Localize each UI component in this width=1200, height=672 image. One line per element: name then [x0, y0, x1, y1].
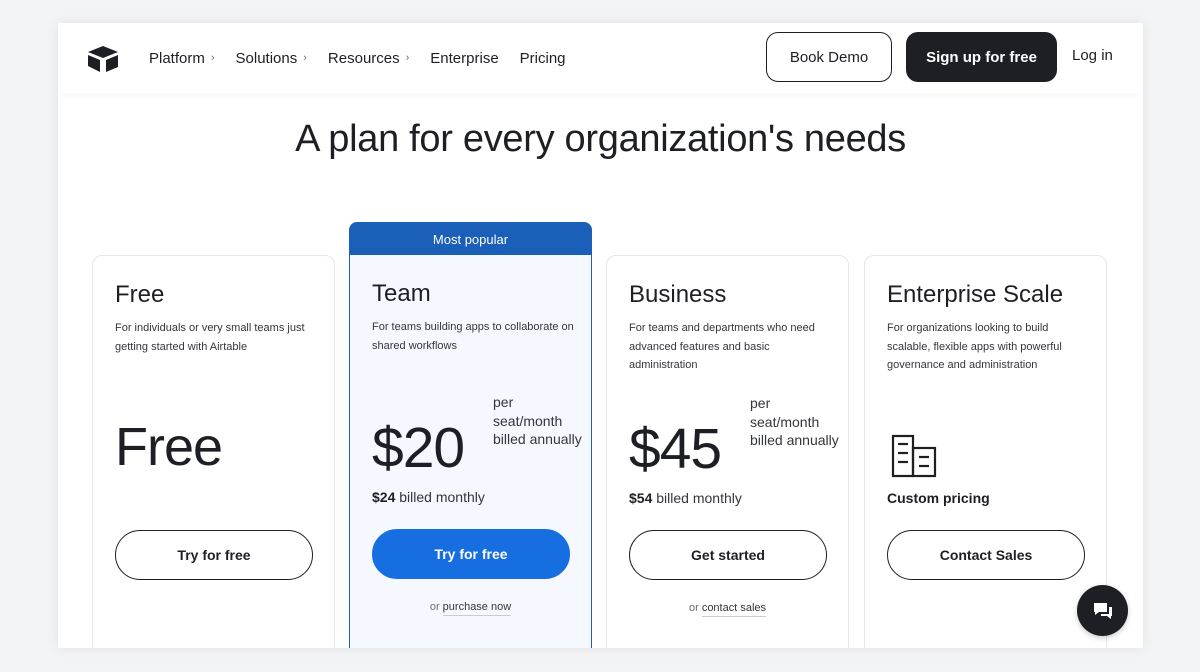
monthly-price: $54 billed monthly [629, 490, 742, 506]
nav-platform[interactable]: Platform › [149, 50, 215, 67]
plan-description: For teams and departments who need advan… [629, 322, 815, 371]
get-started-button[interactable]: Get started [629, 530, 827, 580]
plan-description: For organizations looking to build scala… [887, 322, 1062, 371]
plan-description: For teams building apps to collaborate o… [372, 321, 574, 352]
purchase-now-link[interactable]: purchase now [442, 601, 512, 616]
login-link[interactable]: Log in [1072, 47, 1113, 64]
plan-name: Free [115, 281, 165, 308]
chat-icon [1093, 602, 1112, 619]
plan-card-team: Team For teams building apps to collabor… [349, 255, 592, 648]
plan-card-business: Business For teams and departments who n… [606, 255, 849, 648]
purchase-now-row: or purchase now [350, 601, 591, 616]
signup-button[interactable]: Sign up for free [906, 32, 1057, 82]
most-popular-badge: Most popular [349, 222, 592, 256]
contact-sales-row: or contact sales [607, 602, 848, 617]
page-frame: Platform › Solutions › Resources › Enter… [58, 23, 1143, 648]
nav-pricing[interactable]: Pricing [520, 50, 566, 67]
nav-resources[interactable]: Resources › [328, 50, 409, 67]
plan-price: $20 [372, 416, 465, 480]
nav-pricing-label: Pricing [519, 49, 566, 67]
sub-prefix: or [429, 601, 443, 613]
chevron-right-icon: › [210, 52, 215, 64]
sub-prefix: or [688, 602, 702, 614]
nav-enterprise[interactable]: Enterprise [430, 50, 498, 67]
price-note: per seat/month billed annually [493, 394, 582, 447]
chat-button[interactable] [1077, 585, 1128, 636]
try-for-free-button[interactable]: Try for free [115, 530, 313, 580]
chevron-right-icon: › [405, 52, 410, 64]
contact-sales-button[interactable]: Contact Sales [887, 530, 1085, 580]
monthly-amount: $54 [629, 490, 653, 506]
nav-resources-label: Resources [327, 49, 400, 67]
airtable-logo-icon[interactable] [85, 45, 121, 73]
plan-price: $45 [629, 417, 722, 481]
monthly-text: billed monthly [395, 489, 485, 505]
top-nav: Platform › Solutions › Resources › Enter… [58, 23, 1143, 93]
nav-solutions[interactable]: Solutions › [236, 50, 307, 67]
plan-card-free: Free For individuals or very small teams… [92, 255, 335, 648]
monthly-amount: $24 [372, 489, 396, 505]
plan-name: Enterprise Scale [887, 281, 1064, 308]
nav-platform-label: Platform [149, 49, 205, 67]
try-for-free-button[interactable]: Try for free [372, 529, 570, 579]
contact-sales-link[interactable]: contact sales [701, 602, 767, 617]
nav-links: Platform › Solutions › Resources › Enter… [149, 23, 566, 93]
custom-pricing: Custom pricing [887, 490, 990, 506]
price-note: per seat/month billed annually [750, 395, 839, 448]
plan-price: Free [115, 417, 223, 477]
page-title: A plan for every organization's needs [295, 118, 906, 160]
monthly-price: $24 billed monthly [372, 489, 485, 505]
plan-card-enterprise: Enterprise Scale For organizations looki… [864, 255, 1107, 648]
building-icon [891, 434, 937, 478]
plan-name: Team [372, 280, 431, 307]
nav-enterprise-label: Enterprise [430, 49, 499, 67]
plan-description: For individuals or very small teams just… [115, 322, 305, 353]
plan-name: Business [629, 281, 727, 308]
chevron-right-icon: › [303, 52, 307, 64]
nav-solutions-label: Solutions [235, 49, 298, 67]
monthly-text: billed monthly [652, 490, 742, 506]
book-demo-button[interactable]: Book Demo [766, 32, 892, 82]
